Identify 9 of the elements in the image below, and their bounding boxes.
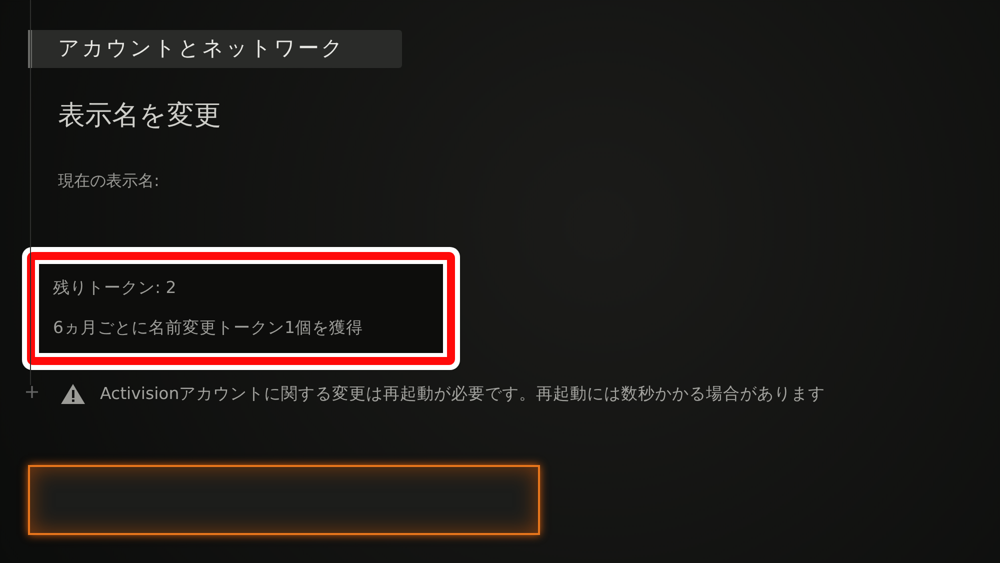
warning-icon bbox=[60, 383, 86, 406]
current-name-label: 現在の表示名: bbox=[58, 170, 160, 192]
plus-icon bbox=[25, 385, 39, 399]
input-field[interactable] bbox=[28, 464, 540, 535]
warning-text: Activisionアカウントに関する変更は再起動が必要です。再起動には数秒かかる場合があります bbox=[100, 383, 826, 405]
token-info-text: 残りトークン: 2 bbox=[53, 276, 178, 298]
token-info-text: 6ヵ月ごとに名前変更トークン1個を獲得 bbox=[53, 317, 364, 340]
section-header: アカウントとネットワーク bbox=[28, 30, 402, 68]
page-title: 表示名を変更 bbox=[58, 99, 222, 133]
